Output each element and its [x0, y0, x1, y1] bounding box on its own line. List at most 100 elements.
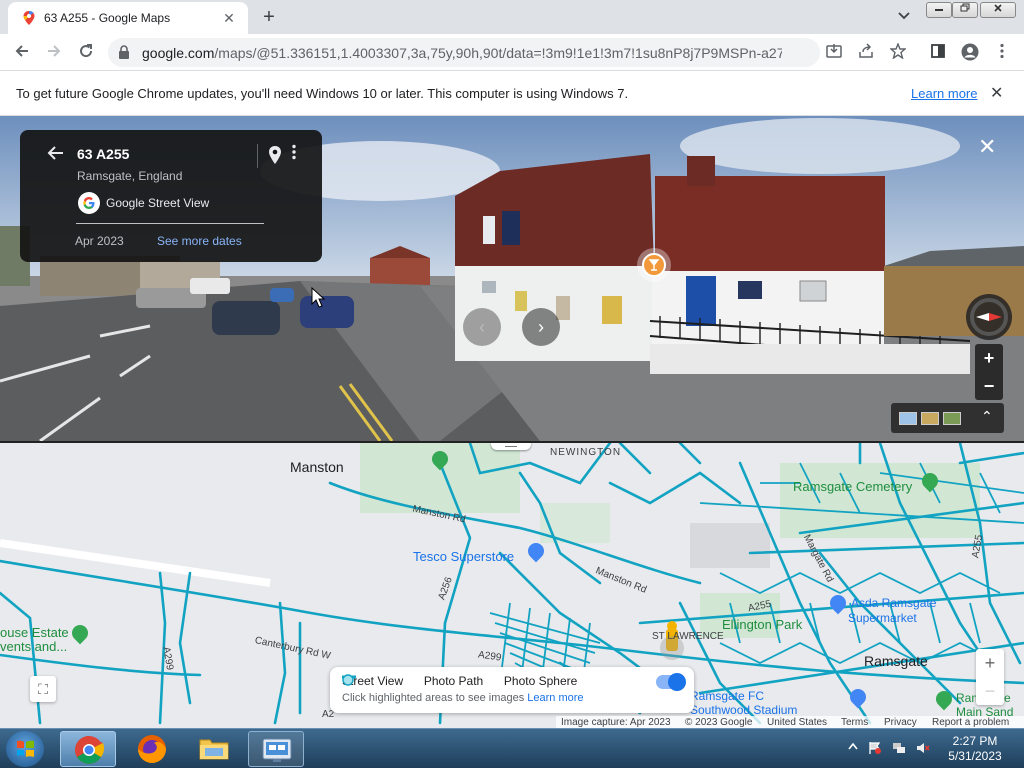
location-subtitle: Ramsgate, England: [77, 169, 183, 183]
back-arrow-icon[interactable]: [10, 41, 34, 65]
update-info-bar: To get future Google Chrome updates, you…: [0, 72, 1024, 116]
chrome-menu-icon[interactable]: [992, 43, 1012, 63]
compass-icon[interactable]: [966, 294, 1012, 340]
place-label[interactable]: vents and...: [0, 639, 67, 654]
url-path: /maps/@51.336151,1.4003307,3a,75y,90h,90…: [214, 45, 782, 61]
place-label: NEWINGTON: [550, 447, 622, 458]
reload-icon[interactable]: [74, 41, 98, 65]
legend-hint-text: Click highlighted areas to see images: [342, 692, 525, 704]
street-view-layer-toggle[interactable]: [656, 673, 686, 691]
see-more-dates-link[interactable]: See more dates: [157, 234, 242, 248]
imagery-thumbnails[interactable]: ⌃: [891, 403, 1004, 433]
network-icon[interactable]: [892, 741, 906, 755]
place-label: ST LAWRENCE: [652, 631, 724, 642]
volume-muted-icon[interactable]: [916, 741, 930, 755]
place-label[interactable]: Asda Ramsgate: [851, 596, 936, 610]
place-label[interactable]: Ellington Park: [722, 617, 802, 632]
new-tab-button[interactable]: +: [258, 6, 280, 28]
legend-learn-more-link[interactable]: Learn more: [527, 692, 583, 704]
previous-arrow-button[interactable]: ‹: [463, 308, 501, 346]
chrome-icon: [75, 736, 105, 764]
start-button[interactable]: [6, 731, 44, 767]
profile-avatar-icon[interactable]: [960, 43, 980, 63]
update-message: To get future Google Chrome updates, you…: [16, 86, 629, 101]
taskbar-chrome[interactable]: [60, 731, 116, 767]
privacy-link[interactable]: Privacy: [884, 717, 917, 728]
back-arrow-icon[interactable]: [46, 144, 64, 167]
street-view-coverage-map[interactable]: Manston NEWINGTON Ramsgate Cemetery Tesc…: [0, 441, 1024, 728]
location-pin-icon[interactable]: [268, 146, 282, 164]
expand-chevron-icon[interactable]: ⌃: [981, 408, 993, 425]
legend-photo-sphere: Photo Sphere: [503, 674, 578, 688]
street-view-panorama[interactable]: 63 A255 Ramsgate, England Google Street …: [0, 116, 1024, 441]
tab-search-chevron-icon[interactable]: [894, 8, 914, 26]
thumbnail-3[interactable]: [943, 412, 961, 425]
map-attribution: Image capture: Apr 2023 © 2023 Google Un…: [556, 716, 1024, 728]
location-title: 63 A255: [77, 146, 130, 162]
thumbnail-2[interactable]: [921, 412, 939, 425]
place-label[interactable]: Ramsgate FC: [690, 689, 764, 703]
resize-handle[interactable]: [491, 443, 531, 450]
zoom-in-button[interactable]: +: [975, 344, 1003, 372]
close-street-view-icon[interactable]: ✕: [978, 136, 996, 158]
share-icon[interactable]: [856, 43, 876, 63]
place-label[interactable]: ouse Estate: [0, 625, 69, 640]
side-panel-icon[interactable]: [928, 43, 948, 63]
windows-taskbar: 2:27 PM 5/31/2023: [0, 728, 1024, 768]
minimize-window-button[interactable]: [926, 2, 952, 18]
folder-icon: [199, 739, 229, 760]
tab-google-maps[interactable]: 63 A255 - Google Maps ✕: [8, 2, 248, 34]
google-logo-icon: [78, 192, 100, 214]
install-app-icon[interactable]: [824, 43, 844, 63]
close-infobar-icon[interactable]: ✕: [990, 83, 1003, 103]
photo-sphere-dot-icon: [342, 674, 354, 686]
map-zoom-controls: + −: [976, 649, 1004, 705]
more-options-icon[interactable]: [292, 144, 296, 163]
restore-window-button[interactable]: [952, 2, 978, 18]
system-clock[interactable]: 2:27 PM 5/31/2023: [944, 734, 1006, 764]
close-window-button[interactable]: [980, 2, 1016, 18]
next-arrow-button[interactable]: ›: [522, 308, 560, 346]
expand-map-icon[interactable]: ⛶: [30, 676, 56, 702]
divider: [76, 223, 264, 224]
place-label[interactable]: Tesco Superstore: [413, 549, 514, 564]
legend-row: Street View Photo Path Photo Sphere: [342, 674, 577, 688]
google-maps-favicon-icon: [23, 11, 35, 25]
divider: [257, 144, 258, 168]
taskbar-file-explorer[interactable]: [186, 731, 242, 767]
zoom-out-button[interactable]: −: [975, 372, 1003, 400]
browser-toolbar: google.com/maps/@51.336151,1.4003307,3a,…: [0, 34, 1024, 71]
tab-close-icon[interactable]: ✕: [220, 9, 238, 27]
thumbnail-1[interactable]: [899, 412, 917, 425]
terms-link[interactable]: Terms: [841, 717, 868, 728]
taskbar-remote-app[interactable]: [248, 731, 304, 767]
url-text: google.com/maps/@51.336151,1.4003307,3a,…: [142, 45, 782, 61]
taskbar-firefox[interactable]: [124, 731, 180, 767]
url-host: google.com: [142, 45, 215, 61]
bookmark-star-icon[interactable]: [888, 42, 908, 63]
map-zoom-in-button[interactable]: +: [976, 649, 1004, 677]
learn-more-link[interactable]: Learn more: [911, 86, 977, 101]
action-center-flag-icon[interactable]: [868, 741, 882, 755]
lock-icon: [119, 45, 129, 59]
show-hidden-icons-chevron-icon[interactable]: [846, 741, 860, 755]
street-view-legend: Street View Photo Path Photo Sphere Clic…: [330, 667, 694, 713]
street-view-info-card: 63 A255 Ramsgate, England Google Street …: [20, 130, 322, 262]
report-problem-link[interactable]: Report a problem: [932, 717, 1009, 728]
place-label[interactable]: Southwood Stadium: [690, 703, 797, 717]
street-view-source: Google Street View: [106, 196, 210, 210]
forward-arrow-icon[interactable]: [42, 41, 66, 65]
map-zoom-out-button[interactable]: −: [976, 677, 1004, 705]
place-label: Manston: [290, 459, 344, 475]
street-view-zoom-controls: + −: [975, 344, 1003, 400]
place-label[interactable]: Ramsgate Cemetery: [793, 479, 912, 494]
image-capture-date: Image capture: Apr 2023: [561, 717, 671, 728]
place-label: Ramsgate: [864, 653, 928, 669]
remote-desktop-icon: [262, 738, 292, 762]
windows-logo-icon: [17, 740, 34, 757]
firefox-icon: [138, 735, 166, 763]
place-label[interactable]: Supermarket: [848, 611, 917, 625]
address-bar[interactable]: google.com/maps/@51.336151,1.4003307,3a,…: [108, 38, 820, 67]
country-link[interactable]: United States: [767, 717, 827, 728]
copyright: © 2023 Google: [685, 717, 753, 728]
